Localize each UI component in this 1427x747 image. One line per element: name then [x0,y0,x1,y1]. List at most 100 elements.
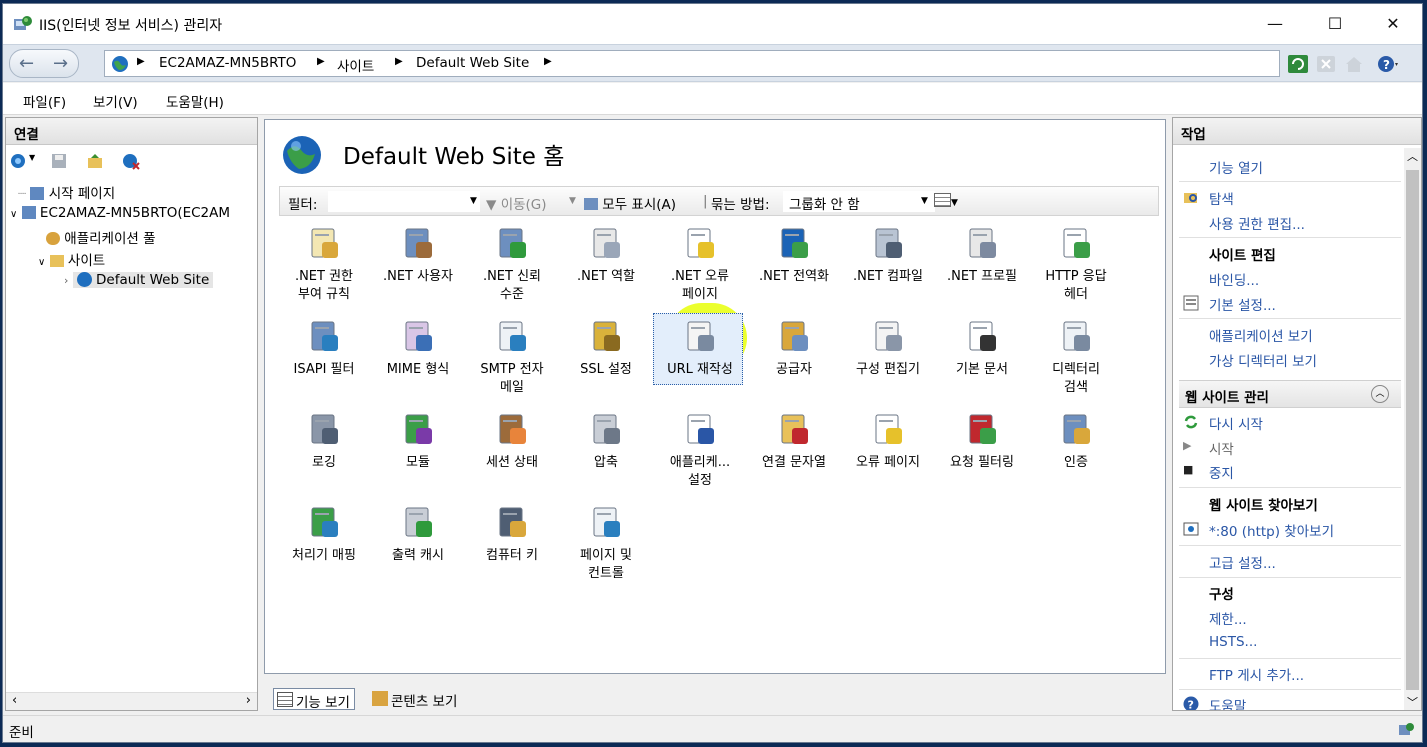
action-browse-80[interactable]: *:80 (http) 찾아보기 [1209,520,1334,540]
stop-square-icon: ■ [1183,463,1194,476]
feature-connection-strings[interactable]: 연결 문자열 [747,410,841,472]
feature-ssl-settings[interactable]: SSL 설정 [559,317,653,379]
menu-help[interactable]: 도움말(H) [166,91,224,111]
action-help[interactable]: 도움말 [1209,695,1246,710]
feature-smtp-email[interactable]: SMTP 전자 메일 [465,317,559,397]
feature-logging[interactable]: 로깅 [277,410,371,472]
tree-item-server[interactable]: ∨ EC2AMAZ-MN5BRTO(EC2AM [10,205,230,221]
content-view-tab[interactable]: 콘텐츠 보기 [369,688,461,710]
feature-config-editor[interactable]: 구성 편집기 [841,317,935,379]
action-view-applications[interactable]: 애플리케이션 보기 [1209,325,1313,345]
feature-net-trust[interactable]: .NET 신뢰 수준 [465,224,559,304]
feature-net-users[interactable]: .NET 사용자 [371,224,465,286]
action-bindings[interactable]: 바인딩... [1209,269,1259,289]
view-mode-button[interactable]: ▼ [934,193,958,209]
scroll-thumb[interactable] [1406,170,1419,690]
feature-output-cache[interactable]: 출력 캐시 [371,503,465,565]
collapse-up-icon[interactable]: ︿ [1371,385,1389,403]
feature-net-profile[interactable]: .NET 프로필 [935,224,1029,286]
group-dropdown-icon[interactable]: ▼ [921,196,928,206]
go-dropdown-icon[interactable]: ▼ [569,196,576,206]
feature-request-filtering[interactable]: 요청 필터링 [935,410,1029,472]
action-hsts[interactable]: HSTS... [1209,634,1257,650]
action-view-virtual-dirs[interactable]: 가상 디렉터리 보기 [1209,350,1317,370]
tree-item-default-web-site[interactable]: › Default Web Site [64,272,214,288]
feature-net-compilation[interactable]: .NET 컴파일 [841,224,935,286]
feature-error-pages[interactable]: 오류 페이지 [841,410,935,472]
feature-directory-browsing[interactable]: 디렉터리 검색 [1029,317,1123,397]
breadcrumb-arrow-icon: ▶ [137,56,145,67]
action-basic-settings[interactable]: 기본 설정... [1209,294,1276,314]
action-add-ftp[interactable]: FTP 게시 추가... [1209,664,1304,684]
forward-arrow-icon[interactable]: → [53,53,68,74]
show-all-button[interactable]: 모두 표시(A) [584,193,676,213]
dropdown-arrow-icon[interactable]: ▼ [29,153,35,162]
feature-isapi-filters[interactable]: ISAPI 필터 [277,317,371,379]
action-stop[interactable]: 중지 [1209,462,1234,482]
save-icon[interactable] [50,152,68,170]
action-edit-permissions[interactable]: 사용 권한 편집... [1209,213,1305,233]
feature-pages-controls[interactable]: 페이지 및 컨트롤 [559,503,653,583]
filter-input[interactable] [328,191,480,212]
horizontal-scrollbar[interactable]: ‹ › [6,692,257,710]
go-button[interactable]: ▼ 이동(G) [486,193,547,213]
feature-mime-types[interactable]: MIME 형식 [371,317,465,379]
feature-label: 컴퓨터 키 [486,548,538,563]
features-view-tab[interactable]: 기능 보기 [273,688,355,711]
tree-item-sites[interactable]: ∨ 사이트 [38,249,105,269]
connect-icon[interactable] [10,152,28,170]
home-icon[interactable] [1343,54,1365,74]
stop-icon[interactable] [1315,54,1337,74]
tree-item-app-pools[interactable]: 애플리케이션 풀 [46,227,156,247]
manage-site-section[interactable]: 웹 사이트 관리 ︿ [1179,380,1401,408]
feature-net-globalization[interactable]: .NET 전역화 [747,224,841,286]
breadcrumb-server[interactable]: EC2AMAZ-MN5BRTO [159,55,296,71]
feature-url-rewrite[interactable]: URL 재작성 [653,313,747,385]
action-start[interactable]: 시작 [1209,438,1234,458]
scroll-right-icon[interactable]: › [246,693,251,708]
scroll-down-icon[interactable]: ﹀ [1407,694,1418,710]
scroll-left-icon[interactable]: ‹ [12,693,17,708]
svg-text:?: ? [1188,699,1194,712]
feature-app-settings[interactable]: 애플리케... 설정 [653,410,747,490]
feature-compression[interactable]: 압축 [559,410,653,472]
minimize-button[interactable]: — [1255,13,1295,37]
disconnect-icon[interactable] [122,152,140,170]
help-icon[interactable]: ? [1377,54,1399,74]
maximize-button[interactable]: ☐ [1315,13,1355,37]
feature-modules[interactable]: 모듈 [371,410,465,472]
feature-handler-mappings[interactable]: 처리기 매핑 [277,503,371,565]
expand-chevron-icon[interactable]: ∨ [38,257,45,268]
vertical-scrollbar[interactable]: ︿ ﹀ [1404,148,1421,710]
feature-net-error-pages[interactable]: .NET 오류 페이지 [653,224,747,304]
action-open-feature[interactable]: 기능 열기 [1209,157,1263,177]
feature-session-state[interactable]: 세션 상태 [465,410,559,472]
expand-chevron-icon[interactable]: ∨ [10,209,17,220]
close-button[interactable]: ✕ [1373,13,1413,37]
feature-providers[interactable]: 공급자 [747,317,841,379]
feature-net-authorization[interactable]: .NET 권한 부여 규칙 [277,224,371,304]
menu-view[interactable]: 보기(V) [93,91,138,111]
back-arrow-icon[interactable]: ← [19,53,34,74]
action-restart[interactable]: 다시 시작 [1209,413,1263,433]
breadcrumb-sites[interactable]: 사이트 [337,55,374,75]
breadcrumb-default-site[interactable]: Default Web Site [416,55,529,71]
collapse-chevron-icon[interactable]: › [64,274,68,287]
feature-net-roles[interactable]: .NET 역할 [559,224,653,286]
feature-default-document[interactable]: 기본 문서 [935,317,1029,379]
nav-buttons: ← → [9,49,79,78]
feature-http-headers[interactable]: HTTP 응답 헤더 [1029,224,1123,304]
group-by-select[interactable]: 그룹화 안 함 [783,191,935,213]
action-explore[interactable]: 탐색 [1209,188,1234,208]
up-folder-icon[interactable] [86,152,104,170]
refresh-icon[interactable] [1287,54,1309,74]
filter-dropdown-icon[interactable]: ▼ [470,196,477,206]
feature-authentication[interactable]: 인증 [1029,410,1123,472]
tree-item-start-page[interactable]: ┈ 시작 페이지 [18,182,115,202]
feature-machine-key[interactable]: 컴퓨터 키 [465,503,559,565]
action-advanced-settings[interactable]: 고급 설정... [1209,552,1276,572]
tree-label: 애플리케이션 풀 [64,231,156,247]
scroll-up-icon[interactable]: ︿ [1407,148,1418,164]
action-limits[interactable]: 제한... [1209,608,1247,628]
menu-file[interactable]: 파일(F) [23,91,66,111]
